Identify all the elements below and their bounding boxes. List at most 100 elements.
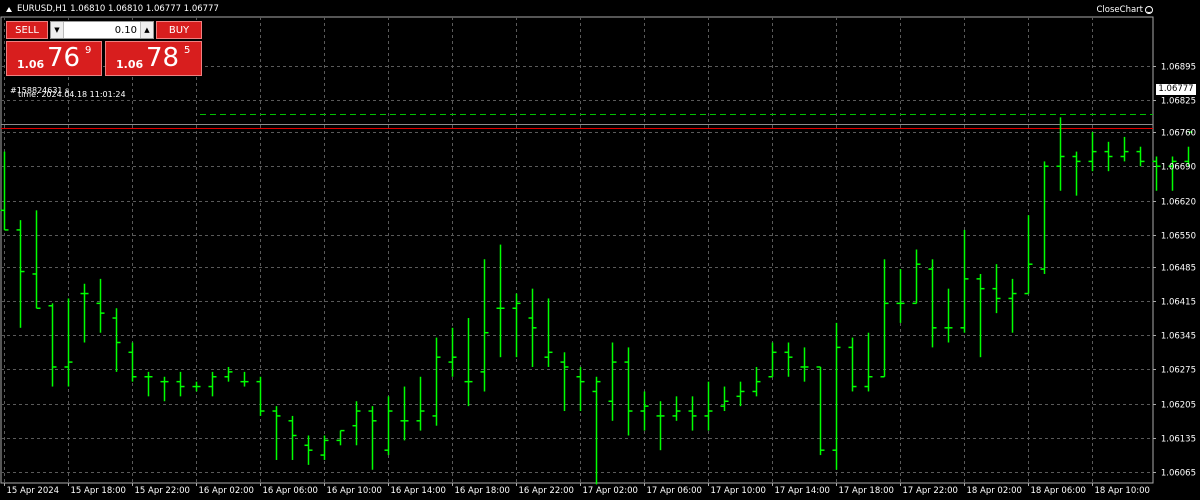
buy-price-quote[interactable]: 1.06 78 5 (105, 41, 202, 76)
ohlc-bar (688, 396, 697, 431)
ohlc-bar (32, 210, 41, 309)
y-tick-label: 1.06550 (1161, 232, 1196, 242)
ohlc-bar (704, 381, 713, 431)
ohlc-bar (336, 429, 345, 446)
lot-decrease-icon[interactable]: ▼ (51, 22, 64, 38)
sell-price-quote[interactable]: 1.06 76 9 (6, 41, 102, 76)
lot-size-control: ▼ ▲ (50, 21, 154, 39)
ohlc-bar (288, 415, 297, 460)
lot-increase-icon[interactable]: ▲ (140, 22, 153, 38)
ohlc-bar (464, 318, 473, 407)
x-tick-label: 17 Apr 06:00 (647, 486, 702, 496)
ohlc-bar (0, 151, 9, 231)
ohlc-bar (96, 278, 105, 333)
ohlc-bar (672, 396, 681, 421)
sell-price-big: 76 (47, 43, 81, 73)
x-tick-label: 16 Apr 22:00 (519, 486, 574, 496)
ohlc-bar (720, 386, 729, 412)
ohlc-bar (144, 371, 153, 397)
time-axis: 15 Apr 2024 15 Apr 18:00 15 Apr 22:00 16 Ap… (4, 483, 1150, 496)
x-tick-label: 18 Apr 06:00 (1031, 486, 1086, 496)
ohlc-bar (1008, 278, 1017, 333)
closechart-label: CloseChart (1096, 5, 1143, 15)
x-tick-label: 15 Apr 18:00 (71, 486, 126, 496)
ohlc-bar (816, 366, 825, 456)
ohlc-bar (368, 406, 377, 470)
ohlc-bar (480, 259, 489, 392)
ohlc-bar (272, 406, 281, 460)
triangle-up-icon (6, 6, 12, 12)
ohlc-bars (0, 117, 1193, 485)
ohlc-bar (512, 293, 521, 358)
ohlc-bar (48, 303, 57, 387)
x-tick-label: 17 Apr 14:00 (775, 486, 830, 496)
buy-button[interactable]: BUY (156, 21, 202, 39)
ohlc-bar (1136, 146, 1145, 167)
ohlc-bar (1072, 151, 1081, 196)
buy-price-big: 78 (146, 43, 180, 73)
x-tick-label: 15 Apr 22:00 (135, 486, 190, 496)
x-tick-label: 16 Apr 14:00 (391, 486, 446, 496)
ohlc-bar (608, 342, 617, 421)
y-tick-label: 1.06485 (1161, 264, 1196, 274)
smiley-icon (1145, 6, 1153, 14)
buy-price-prefix: 1.06 (116, 58, 144, 71)
y-tick-label: 1.06135 (1161, 435, 1196, 445)
ohlc-bar (960, 229, 969, 333)
ohlc-bar (1024, 215, 1033, 295)
x-tick-label: 18 Apr 10:00 (1095, 486, 1150, 496)
symbol-label: EURUSD,H1 (17, 4, 68, 14)
one-click-trading-panel: SELL ▼ ▲ BUY 1.06 76 9 1.06 78 5 (6, 20, 202, 76)
x-tick-label: 17 Apr 22:00 (903, 486, 958, 496)
ohlc-bar (880, 259, 889, 378)
ohlc-bar (624, 347, 633, 436)
ohlc-bar (16, 220, 25, 328)
chart-frame (0, 16, 1154, 484)
sell-price-fraction: 9 (85, 45, 92, 56)
sell-price-prefix: 1.06 (17, 58, 45, 71)
ohlc-bar (736, 381, 745, 407)
ohlc-bar (560, 352, 569, 412)
x-tick-label: 17 Apr 02:00 (583, 486, 638, 496)
y-tick-label: 1.06205 (1161, 401, 1196, 411)
y-tick-label: 1.06065 (1161, 469, 1196, 479)
ohlc-bar (752, 366, 761, 397)
y-tick-label: 1.06895 (1161, 63, 1196, 73)
x-tick-label: 16 Apr 06:00 (263, 486, 318, 496)
closechart-button[interactable]: CloseChart (1096, 5, 1153, 15)
x-tick-label: 17 Apr 18:00 (839, 486, 894, 496)
ohlc-bar (1088, 132, 1097, 172)
ohlc-bar (928, 259, 937, 348)
ohlc-bar (400, 386, 409, 441)
ohlc-bar (496, 244, 505, 358)
ohlc-bar (240, 371, 249, 387)
sell-button[interactable]: SELL (6, 21, 48, 39)
ohlc-bar (416, 376, 425, 431)
ohlc-bar (992, 264, 1001, 314)
ohlc-bar (544, 298, 553, 367)
lot-size-input[interactable] (65, 23, 137, 37)
x-tick-label: 16 Apr 10:00 (327, 486, 382, 496)
ohlc-bar (432, 337, 441, 426)
y-tick-label: 1.06760 (1161, 129, 1196, 139)
y-tick-label: 1.06275 (1161, 366, 1196, 376)
order-label[interactable]: #158824631 s time: 2024.04.18 11:01:24 (10, 87, 126, 99)
ohlc-bar (656, 401, 665, 451)
ohlc-bar (528, 288, 537, 367)
x-tick-label: 15 Apr 2024 (7, 486, 60, 496)
ohlc-bar (848, 337, 857, 392)
ohlc-bar (912, 249, 921, 305)
x-tick-label: 16 Apr 02:00 (199, 486, 254, 496)
x-tick-label: 18 Apr 02:00 (967, 486, 1022, 496)
ohlc-bar (784, 342, 793, 377)
ohlc-bar (896, 269, 905, 323)
buy-price-fraction: 5 (184, 45, 191, 56)
y-tick-label: 1.06345 (1161, 332, 1196, 342)
ohlc-bar (944, 288, 953, 343)
ohlc-bar (128, 342, 137, 382)
ohlc-bar (64, 298, 73, 387)
ohlc-bar (592, 376, 601, 485)
ohlc-bar (320, 435, 329, 460)
ohlc-bar (864, 332, 873, 392)
ohlc-bar (640, 391, 649, 431)
